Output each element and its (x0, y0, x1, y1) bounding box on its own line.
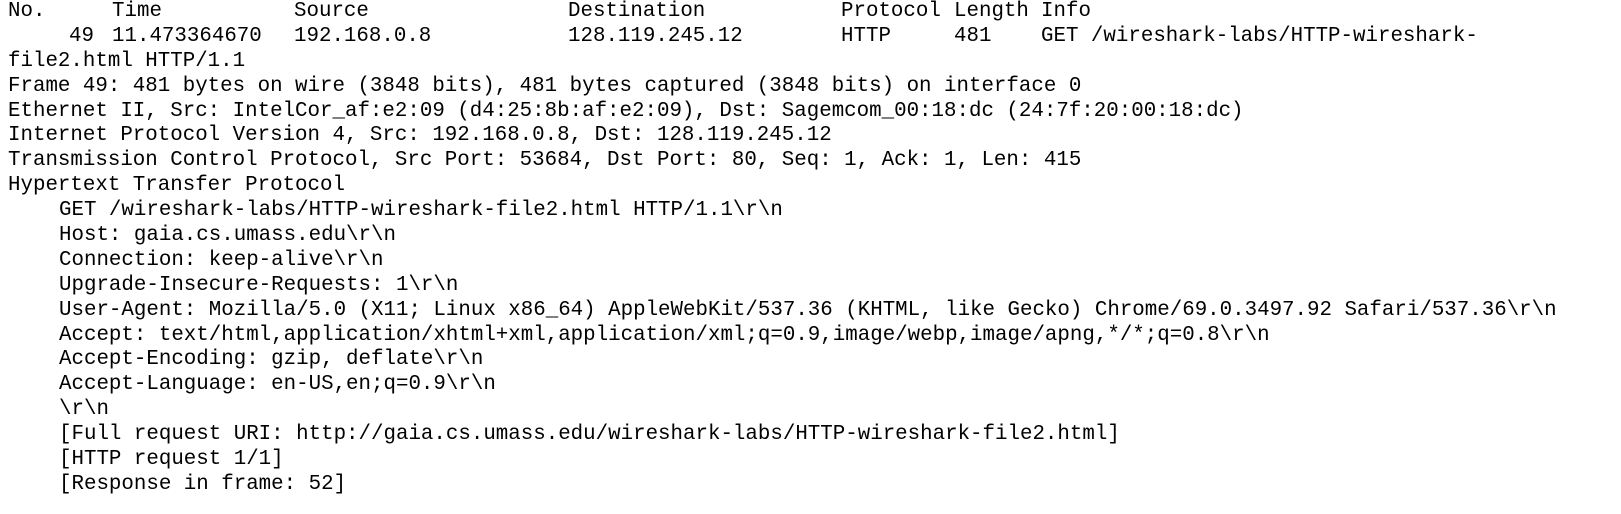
http-field-accept-language: Accept-Language: en-US,en;q=0.9\r\n (59, 373, 496, 397)
http-field-connection: Connection: keep-alive\r\n (59, 248, 384, 272)
column-header-no: No. (8, 0, 46, 23)
column-header-info: Info (1041, 0, 1091, 23)
packet-list-header: No. Time Source Destination Protocol Len… (8, 0, 1621, 25)
packet-source: 192.168.0.8 (294, 24, 432, 48)
http-field-user-agent: User-Agent: Mozilla/5.0 (X11; Linux x86_… (59, 298, 1557, 322)
column-header-destination: Destination (568, 0, 706, 23)
packet-details-text: No. Time Source Destination Protocol Len… (8, 0, 1621, 498)
ethernet-layer: Ethernet II, Src: IntelCor_af:e2:09 (d4:… (8, 99, 1244, 123)
http-field-end-of-headers: \r\n (59, 398, 109, 422)
http-field-accept-encoding: Accept-Encoding: gzip, deflate\r\n (59, 348, 484, 372)
packet-length: 481 (954, 24, 992, 48)
packet-time: 11.473364670 (112, 24, 262, 48)
packet-no: 49 (69, 24, 94, 48)
tcp-layer: Transmission Control Protocol, Src Port:… (8, 149, 1082, 173)
packet-info-wrapped: file2.html HTTP/1.1 (8, 49, 246, 73)
column-header-time: Time (112, 0, 162, 23)
http-field-accept: Accept: text/html,application/xhtml+xml,… (59, 323, 1270, 347)
http-layer: Hypertext Transfer Protocol (8, 174, 345, 198)
http-field-full-request-uri: [Full request URI: http://gaia.cs.umass.… (59, 423, 1120, 447)
http-field-host: Host: gaia.cs.umass.edu\r\n (59, 224, 396, 248)
column-header-length: Length (954, 0, 1029, 23)
http-field-response-in-frame: [Response in frame: 52] (59, 472, 347, 496)
packet-info: GET /wireshark-labs/HTTP-wireshark- (1041, 24, 1478, 48)
frame-layer: Frame 49: 481 bytes on wire (3848 bits),… (8, 74, 1082, 98)
packet-protocol: HTTP (841, 24, 891, 48)
ip-layer: Internet Protocol Version 4, Src: 192.16… (8, 124, 832, 148)
packet-list-row: 49 11.473364670 192.168.0.8 128.119.245.… (8, 25, 1621, 50)
http-field-request-line: GET /wireshark-labs/HTTP-wireshark-file2… (59, 199, 783, 223)
packet-destination: 128.119.245.12 (568, 24, 743, 48)
column-header-source: Source (294, 0, 369, 23)
http-field-upgrade-insecure-requests: Upgrade-Insecure-Requests: 1\r\n (59, 273, 459, 297)
column-header-protocol: Protocol (841, 0, 941, 23)
http-field-request-number: [HTTP request 1/1] (59, 448, 284, 472)
